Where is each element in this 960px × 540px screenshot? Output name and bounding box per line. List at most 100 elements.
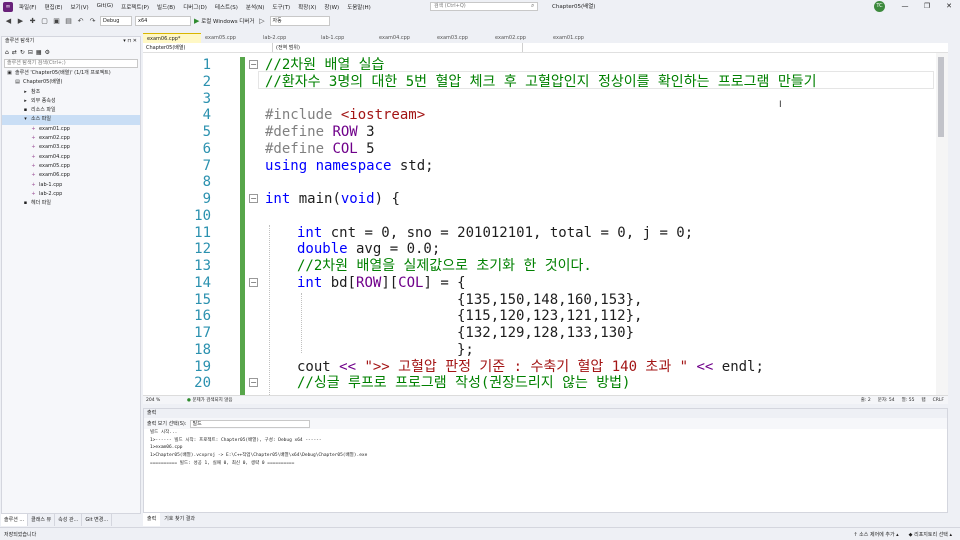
- pin-icon[interactable]: ▾ ⊓ ✕: [123, 37, 140, 46]
- code-line[interactable]: 20 − //싱글 루프로 프로그램 작성(권장드리지 않는 방법): [143, 375, 948, 392]
- back-icon[interactable]: ◀: [4, 17, 13, 26]
- minimize-button[interactable]: —: [894, 0, 916, 13]
- code-line[interactable]: 4 #include <iostream>: [143, 107, 948, 124]
- menu-item[interactable]: 파일(F): [15, 3, 41, 11]
- menu-item[interactable]: 테스트(S): [211, 3, 242, 11]
- tree-item[interactable]: ▸ 외부 종속성: [2, 97, 140, 106]
- code-line[interactable]: 14 − int bd[ROW][COL] = {: [143, 275, 948, 292]
- show-all-icon[interactable]: ▦: [36, 49, 42, 56]
- member-dropdown[interactable]: [523, 43, 943, 52]
- menu-item[interactable]: 빌드(B): [153, 3, 179, 11]
- forward-icon[interactable]: ▶: [16, 17, 25, 26]
- document-tab[interactable]: exam04.cpp: [375, 33, 433, 43]
- maximize-button[interactable]: ❐: [916, 0, 938, 13]
- menu-item[interactable]: 디버그(D): [179, 3, 211, 11]
- redo-icon[interactable]: ↷: [88, 17, 97, 26]
- code-line[interactable]: 16 {115,120,123,121,112},: [143, 308, 948, 325]
- line-ending[interactable]: CRLF: [933, 396, 944, 404]
- menu-item[interactable]: 편집(E): [41, 3, 67, 11]
- tree-item[interactable]: ▸ 참조: [2, 88, 140, 97]
- menu-item[interactable]: 분석(N): [242, 3, 269, 11]
- fold-toggle-icon[interactable]: −: [249, 194, 258, 203]
- code-line[interactable]: 8: [143, 174, 948, 191]
- output-tab[interactable]: 출력: [143, 513, 161, 526]
- sync-icon[interactable]: ⇄: [12, 49, 17, 56]
- document-tab[interactable]: exam02.cpp: [491, 33, 549, 43]
- tree-item[interactable]: ▾ 소스 파일: [2, 115, 140, 125]
- document-tab[interactable]: exam01.cpp: [549, 33, 607, 43]
- tree-item[interactable]: + exam01.cpp: [2, 125, 140, 134]
- scrollbar-thumb[interactable]: [938, 57, 944, 137]
- home-icon[interactable]: ⌂: [5, 49, 9, 56]
- code-line[interactable]: 9 − int main(void) {: [143, 191, 948, 208]
- document-tab[interactable]: exam03.cpp: [433, 33, 491, 43]
- code-line[interactable]: 19 cout << ">> 고혈압 판정 기준 : 수축기 혈압 140 초과 …: [143, 359, 948, 376]
- menu-item[interactable]: 창(W): [320, 3, 343, 11]
- tree-item[interactable]: + lab-1.cpp: [2, 181, 140, 190]
- add-to-source-control-button[interactable]: ↑ 소스 제어에 추가 ▴: [853, 531, 898, 538]
- scope-dropdown[interactable]: (전역 범위): [273, 43, 523, 52]
- code-line[interactable]: 13 //2차원 배열을 실제값으로 초기화 한 것이다.: [143, 258, 948, 275]
- explorer-tab[interactable]: 속성 관...: [55, 514, 83, 526]
- tree-item[interactable]: + exam04.cpp: [2, 153, 140, 162]
- indent-mode[interactable]: 탭: [921, 396, 925, 404]
- settings-icon[interactable]: ⚙: [45, 49, 50, 56]
- document-tab[interactable]: lab-1.cpp: [317, 33, 375, 43]
- issues-indicator[interactable]: ● 문제가 검색되지 않음: [183, 396, 233, 404]
- code-line[interactable]: 18};: [143, 342, 948, 359]
- code-line[interactable]: 12 double avg = 0.0;: [143, 241, 948, 258]
- code-line[interactable]: 7 using namespace std;: [143, 158, 948, 175]
- zoom-level[interactable]: 204 %: [143, 396, 183, 404]
- menu-item[interactable]: 보기(V): [66, 3, 92, 11]
- start-debugging-button[interactable]: ▶ 로컬 Windows 디버거: [194, 17, 255, 25]
- close-button[interactable]: ✕: [938, 0, 960, 13]
- explorer-tab[interactable]: 클래스 뷰: [28, 514, 56, 526]
- menu-item[interactable]: 프로젝트(P): [117, 3, 153, 11]
- new-project-icon[interactable]: ✚: [28, 17, 37, 26]
- code-editor[interactable]: 1−//2차원 배열 실습 2//환자수 3명의 대한 5번 혈압 체크 후 고혈…: [143, 53, 948, 395]
- select-repository-button[interactable]: ◆ 리포지토리 선택 ▴: [909, 531, 952, 538]
- account-avatar[interactable]: TC: [874, 1, 885, 12]
- output-source-select[interactable]: 빌드: [189, 419, 310, 428]
- code-line[interactable]: 17 {132,129,128,133,130}: [143, 325, 948, 342]
- tree-item[interactable]: ▪ 리소스 파일: [2, 106, 140, 115]
- refresh-icon[interactable]: ↻: [20, 49, 25, 56]
- tree-item[interactable]: + exam06.cpp: [2, 171, 140, 180]
- tree-item[interactable]: + exam05.cpp: [2, 162, 140, 171]
- explorer-tab[interactable]: 솔루션 ...: [1, 514, 29, 526]
- document-tab[interactable]: lab-2.cpp: [259, 33, 317, 43]
- tree-item[interactable]: + lab-2.cpp: [2, 190, 140, 199]
- tree-item[interactable]: ▤ Chapter05(배열): [2, 78, 140, 87]
- save-all-icon[interactable]: ▤: [64, 17, 73, 26]
- output-tab[interactable]: 기호 찾기 결과: [160, 513, 199, 526]
- code-line[interactable]: 15 {135,150,148,160,153},: [143, 292, 948, 309]
- project-dropdown[interactable]: Chapter05(배열): [143, 43, 273, 52]
- tree-item[interactable]: + exam02.cpp: [2, 134, 140, 143]
- fold-toggle-icon[interactable]: −: [249, 378, 258, 388]
- open-icon[interactable]: ▢: [40, 17, 49, 26]
- explorer-tab[interactable]: Git 변경...: [82, 514, 113, 526]
- explorer-search-input[interactable]: 솔루션 탐색기 검색(Ctrl+;): [4, 59, 138, 68]
- tree-item[interactable]: ▣ 솔루션 'Chapter05(배열)' (1/1개 프로젝트): [2, 69, 140, 78]
- output-text[interactable]: 빌드 시작... 1>------ 빌드 시작: 프로젝트: Chapter05(…: [144, 429, 947, 468]
- tree-item[interactable]: + exam03.cpp: [2, 143, 140, 152]
- tree-item[interactable]: ▪ 헤더 파일: [2, 199, 140, 208]
- search-icon[interactable]: ⌕: [531, 2, 534, 10]
- document-tab[interactable]: exam06.cpp*: [143, 33, 201, 43]
- code-line[interactable]: 10: [143, 208, 948, 225]
- menu-item[interactable]: 도구(T): [268, 3, 294, 11]
- code-line[interactable]: 5 #define ROW 3: [143, 124, 948, 141]
- search-input[interactable]: 검색 (Ctrl+Q): [430, 2, 538, 11]
- fold-toggle-icon[interactable]: −: [249, 60, 258, 69]
- undo-icon[interactable]: ↶: [76, 17, 85, 26]
- menu-item[interactable]: 확장(X): [294, 3, 320, 11]
- mode-select[interactable]: 자동: [269, 16, 330, 26]
- code-line[interactable]: 3: [143, 91, 948, 108]
- collapse-icon[interactable]: ⊟: [28, 49, 33, 56]
- code-line[interactable]: 6 #define COL 5: [143, 141, 948, 158]
- document-tab[interactable]: exam05.cpp: [201, 33, 259, 43]
- platform-select[interactable]: x64: [135, 16, 191, 26]
- save-icon[interactable]: ▣: [52, 17, 61, 26]
- menu-item[interactable]: 도움말(H): [343, 3, 375, 11]
- code-line[interactable]: 11 int cnt = 0, sno = 201012101, total = …: [143, 225, 948, 242]
